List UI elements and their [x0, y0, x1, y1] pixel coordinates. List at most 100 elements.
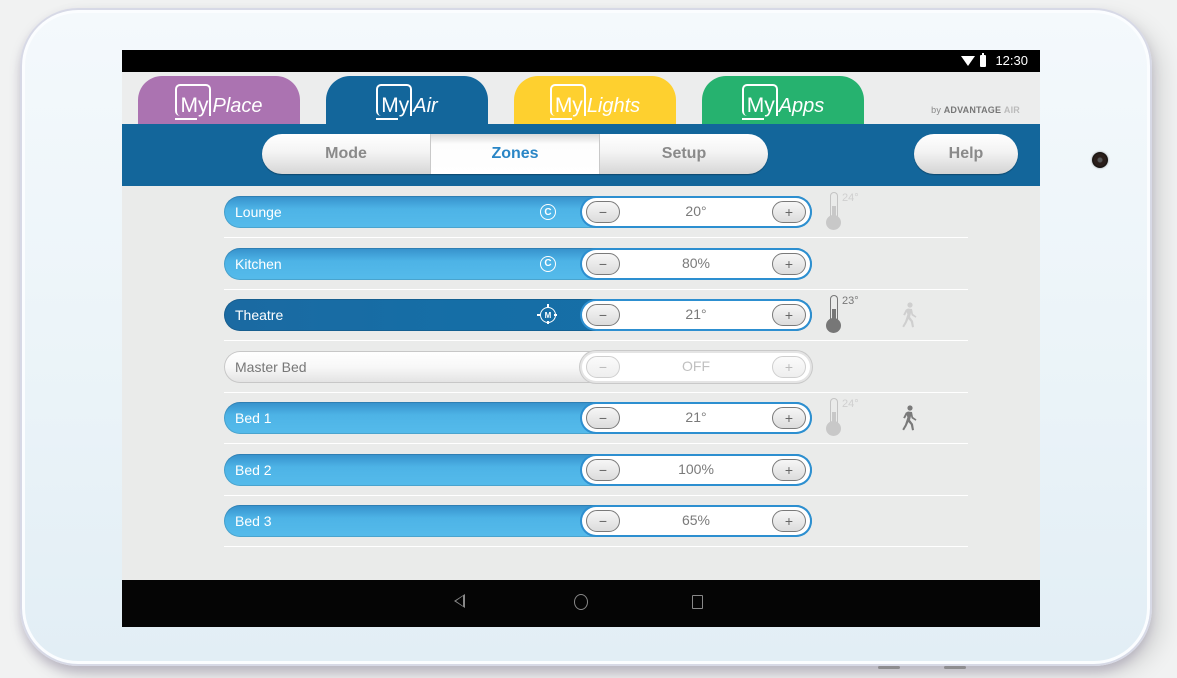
logo-prefix: My	[741, 84, 778, 120]
home-icon[interactable]	[574, 594, 588, 610]
zone-setpoint-value: 20°	[685, 203, 707, 219]
logo-name: Lights	[586, 95, 641, 117]
brand-logo: by ADVANTAGE AIR	[931, 105, 1020, 115]
app-tab-myair[interactable]: My Air	[326, 76, 488, 124]
zone-temperature: 24°	[826, 398, 880, 438]
zone-name: Kitchen	[235, 255, 282, 272]
zone-temperature: 23°	[826, 295, 880, 335]
wifi-icon	[961, 56, 976, 66]
constant-zone-icon[interactable]: C	[540, 255, 556, 272]
thermometer-fill	[832, 206, 836, 220]
increase-button[interactable]: +	[772, 252, 806, 275]
tab-setup[interactable]: Setup	[600, 134, 768, 174]
zone-row: Bed 3 − 65% +	[224, 495, 968, 547]
decrease-button[interactable]: −	[586, 201, 620, 223]
decrease-button[interactable]: −	[586, 304, 620, 326]
zone-setpoint-value: 21°	[685, 409, 707, 425]
decrease-button[interactable]: −	[586, 510, 620, 532]
increase-button[interactable]: +	[772, 355, 806, 378]
app-tabs: My Place My Air My Lights My Apps by ADV…	[122, 72, 1040, 124]
back-icon[interactable]	[454, 594, 465, 608]
zone-row: Bed 1 − 21° +24°	[224, 392, 968, 444]
android-status-bar: 12:30	[122, 50, 1040, 72]
logo-name: Place	[212, 95, 263, 117]
zone-name: Bed 1	[235, 410, 272, 426]
mylights-logo: My Lights	[549, 84, 641, 120]
thermometer-fill	[832, 309, 836, 323]
zone-setpoint-stepper: − OFF +	[582, 352, 810, 381]
logo-prefix: My	[549, 84, 586, 120]
temperature-value: 24°	[842, 398, 859, 410]
help-button[interactable]: Help	[914, 134, 1018, 174]
thermometer-icon	[826, 398, 841, 436]
zone-setpoint-value: 65%	[681, 512, 711, 528]
brand-by: by	[931, 105, 942, 115]
android-nav-bar	[122, 580, 1040, 627]
motion-sensor-icon	[898, 302, 920, 328]
zone-row: Master Bed − OFF +	[224, 341, 968, 393]
logo-prefix: My	[175, 84, 212, 120]
section-segmented-control: Mode Zones Setup	[262, 134, 768, 174]
constant-zone-icon[interactable]: C	[540, 204, 556, 220]
battery-icon	[980, 52, 987, 67]
logo-prefix: My	[376, 84, 413, 120]
mode-icon-letter: M	[544, 310, 552, 320]
myair-logo: My Air	[376, 84, 438, 120]
brand-company: ADVANTAGE	[943, 105, 1002, 115]
temperature-value: 23°	[842, 295, 859, 307]
zone-setpoint-stepper: − 21° +	[582, 404, 810, 432]
myzone-target-icon[interactable]: M	[537, 304, 557, 324]
myapps-logo: My Apps	[741, 84, 825, 120]
logo-name: Apps	[778, 95, 825, 117]
thermometer-icon	[826, 295, 841, 333]
increase-button[interactable]: +	[772, 407, 806, 429]
zone-setpoint-value: OFF	[682, 357, 710, 374]
zone-setpoint-stepper: − 20° +	[582, 198, 810, 226]
motion-sensor-icon	[898, 405, 920, 431]
zone-name: Bed 2	[235, 461, 272, 478]
myair-navbar: Mode Zones Setup Help	[122, 124, 1040, 186]
status-clock: 12:30	[995, 53, 1028, 68]
app-tab-myplace[interactable]: My Place	[138, 76, 300, 124]
increase-button[interactable]: +	[772, 201, 806, 223]
zone-row: Kitchen C − 80% +	[224, 238, 968, 290]
logo-name: Air	[413, 95, 438, 117]
zone-setpoint-value: 21°	[685, 306, 707, 322]
zone-setpoint-value: 80%	[681, 254, 711, 271]
zone-row: Bed 2 − 100% +	[224, 444, 968, 496]
app-tab-mylights[interactable]: My Lights	[514, 76, 676, 124]
zone-name: Lounge	[235, 204, 282, 220]
zone-setpoint-value: 100%	[678, 460, 714, 477]
front-camera	[1092, 152, 1108, 168]
zone-name: Theatre	[235, 307, 284, 323]
myplace-logo: My Place	[175, 84, 263, 120]
tab-zones[interactable]: Zones	[431, 134, 600, 174]
zone-row: Lounge C − 20° +24°	[224, 186, 968, 238]
zone-temperature: 24°	[826, 192, 880, 232]
increase-button[interactable]: +	[772, 458, 806, 481]
app-tab-myapps[interactable]: My Apps	[702, 76, 864, 124]
increase-button[interactable]: +	[772, 510, 806, 532]
tab-mode[interactable]: Mode	[262, 134, 431, 174]
zone-row: Theatre M − 21° +23°	[224, 289, 968, 341]
decrease-button[interactable]: −	[586, 355, 620, 378]
increase-button[interactable]: +	[772, 304, 806, 326]
thermometer-fill	[832, 412, 836, 426]
zone-setpoint-stepper: − 100% +	[582, 455, 810, 484]
decrease-button[interactable]: −	[586, 252, 620, 275]
zone-setpoint-stepper: − 65% +	[582, 507, 810, 535]
brand-suffix: AIR	[1003, 105, 1020, 115]
recents-icon[interactable]	[692, 595, 703, 609]
zone-name: Master Bed	[235, 358, 307, 375]
decrease-button[interactable]: −	[586, 407, 620, 429]
temperature-value: 24°	[842, 192, 859, 204]
zone-setpoint-stepper: − 21° +	[582, 301, 810, 329]
mode-icon-letter: C	[544, 258, 552, 269]
speaker-port	[944, 666, 966, 669]
mode-icon-letter: C	[544, 206, 552, 218]
speaker-port	[878, 666, 900, 669]
tablet-screen: 12:30 My Place My Air My Lights My Apps	[122, 50, 1040, 627]
decrease-button[interactable]: −	[586, 458, 620, 481]
row-divider	[224, 546, 968, 547]
zone-setpoint-stepper: − 80% +	[582, 249, 810, 278]
